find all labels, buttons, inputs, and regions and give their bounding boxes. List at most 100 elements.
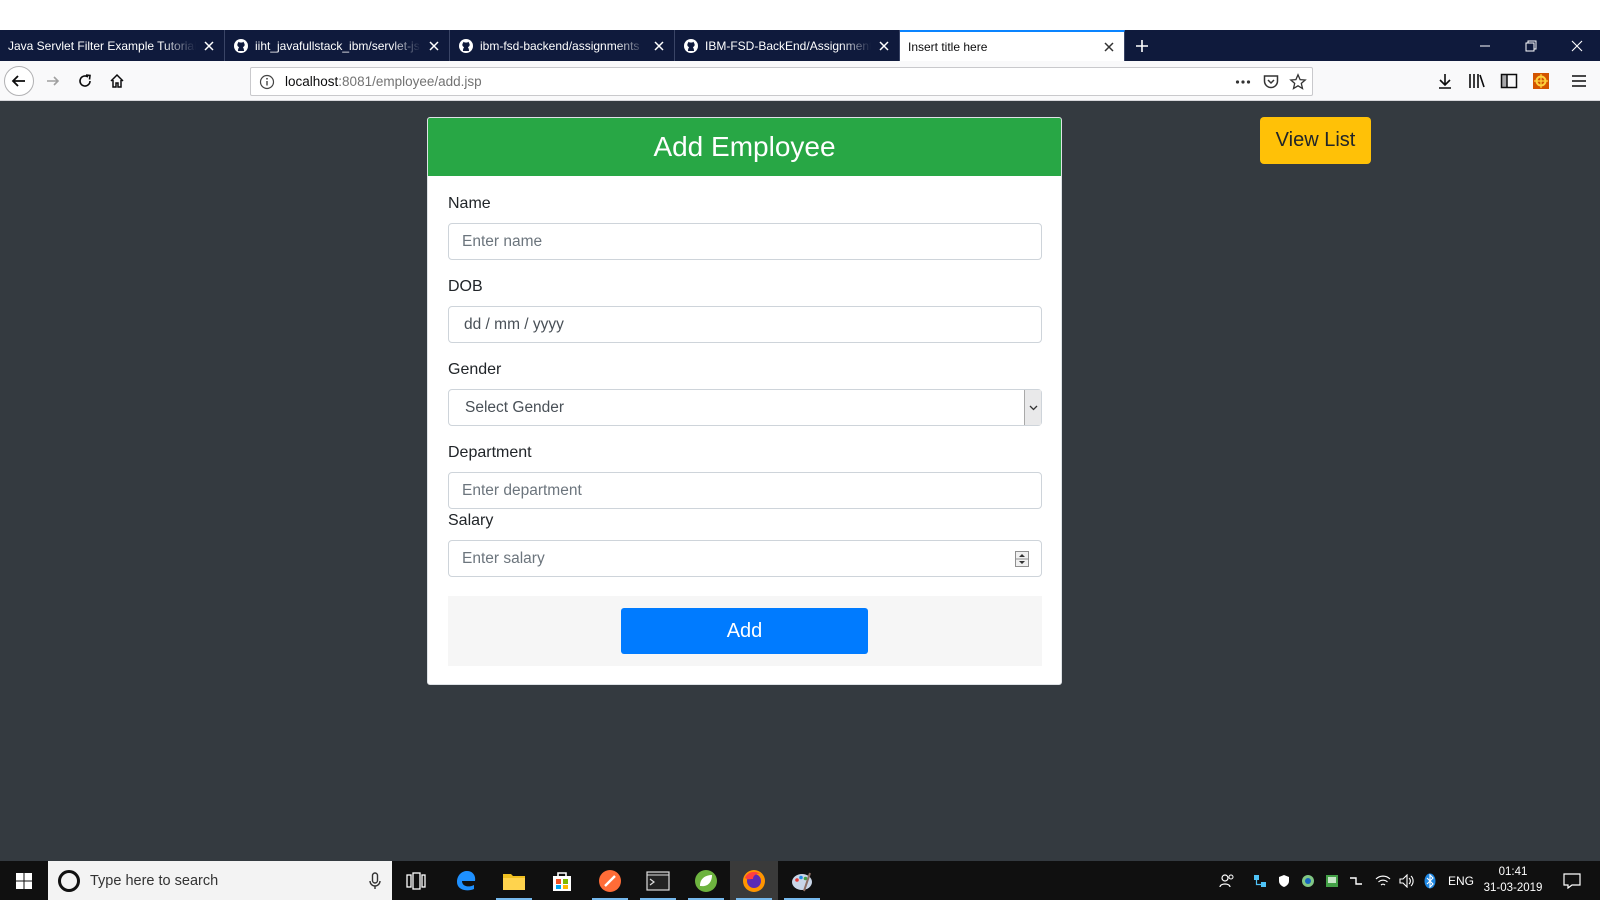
edge-browser-button[interactable] <box>442 861 490 900</box>
taskbar-search[interactable]: Type here to search <box>48 861 392 900</box>
add-employee-card: Add Employee Name Enter name DOB dd / mm… <box>427 117 1062 685</box>
action-center-button[interactable] <box>1552 861 1592 900</box>
view-list-button[interactable]: View List <box>1260 117 1371 164</box>
close-icon <box>1571 40 1583 51</box>
forward-button[interactable] <box>38 66 68 96</box>
people-icon <box>1219 873 1234 887</box>
extension-icon[interactable] <box>1531 71 1551 91</box>
tab-journaldev[interactable]: Java Servlet Filter Example Tutorial - J… <box>0 30 225 61</box>
windows-taskbar: Type here to search ENG 01:41 31-03-2019 <box>0 861 1600 900</box>
tray-app-2[interactable] <box>1274 861 1294 900</box>
more-dots-icon[interactable] <box>1234 73 1252 91</box>
language-text: ENG <box>1447 873 1474 888</box>
notification-icon <box>1563 872 1581 889</box>
tray-app-5[interactable] <box>1346 861 1366 900</box>
close-window-button[interactable] <box>1554 30 1600 61</box>
department-input[interactable]: Enter department <box>448 472 1042 509</box>
name-input[interactable]: Enter name <box>448 223 1042 260</box>
number-spinner[interactable] <box>1015 551 1029 567</box>
tray-app-3[interactable] <box>1298 861 1318 900</box>
close-tab-icon[interactable] <box>427 39 441 53</box>
download-icon[interactable] <box>1435 71 1455 91</box>
salary-input[interactable]: Enter salary <box>448 540 1042 577</box>
gender-select[interactable]: Select Gender <box>448 389 1042 426</box>
close-tab-icon[interactable] <box>877 39 891 53</box>
spring-tool-suite-button[interactable] <box>682 861 730 900</box>
connector-icon <box>1350 876 1362 885</box>
department-label: Department <box>448 444 532 461</box>
terminal-button[interactable] <box>634 861 682 900</box>
dob-input[interactable]: dd / mm / yyyy <box>448 306 1042 343</box>
wifi-button[interactable] <box>1372 861 1394 900</box>
back-button[interactable] <box>4 66 34 96</box>
tab-servlet-jsp[interactable]: iiht_javafullstack_ibm/servlet-jsp <box>225 30 450 61</box>
tray-app-4[interactable] <box>1322 861 1342 900</box>
form-footer: Add <box>448 596 1042 666</box>
microphone-icon[interactable] <box>368 871 382 890</box>
paint-palette-icon <box>792 872 812 891</box>
firefox-button[interactable] <box>730 861 778 900</box>
file-explorer-button[interactable] <box>490 861 538 900</box>
clock-time: 01:41 <box>1498 866 1528 878</box>
globe-icon <box>1302 874 1314 887</box>
add-button[interactable]: Add <box>621 608 868 654</box>
windows-logo-icon <box>16 872 32 889</box>
tab-ibm-fsd-backend-assignments[interactable]: IBM-FSD-BackEnd/Assignments <box>675 30 900 61</box>
tray-app-1[interactable] <box>1250 861 1270 900</box>
home-button[interactable] <box>102 66 132 96</box>
volume-icon <box>1399 873 1414 888</box>
wifi-icon <box>1375 875 1391 886</box>
volume-button[interactable] <box>1396 861 1418 900</box>
tab-label: Insert title here <box>908 39 988 54</box>
firefox-icon <box>743 869 765 892</box>
shield-icon <box>1279 874 1289 887</box>
close-tab-icon[interactable] <box>1102 40 1116 54</box>
url-bar[interactable]: localhost:8081/employee/add.jsp <box>250 67 1313 96</box>
dob-placeholder: dd / mm / yyyy <box>464 315 564 333</box>
plus-icon <box>1136 39 1148 52</box>
dob-label: DOB <box>448 278 483 295</box>
system-clock[interactable]: 01:41 31-03-2019 <box>1478 864 1548 896</box>
sidebar-icon[interactable] <box>1499 71 1519 91</box>
tab-insert-title-here[interactable]: Insert title here <box>900 30 1125 61</box>
bluetooth-icon <box>1424 873 1436 888</box>
spring-leaf-icon <box>695 869 717 892</box>
task-view-icon <box>406 871 426 890</box>
gender-selected-value: Select Gender <box>465 398 565 416</box>
reload-icon <box>79 74 91 87</box>
pocket-icon[interactable] <box>1262 73 1280 91</box>
github-icon <box>234 38 248 53</box>
paint-button[interactable] <box>778 861 826 900</box>
tab-label: ibm-fsd-backend/assignments <box>480 38 640 53</box>
dropdown-button[interactable] <box>1024 390 1041 425</box>
new-tab-button[interactable] <box>1125 30 1159 61</box>
folder-icon <box>503 873 525 890</box>
store-button[interactable] <box>538 861 586 900</box>
minimize-button[interactable] <box>1462 30 1508 61</box>
postman-button[interactable] <box>586 861 634 900</box>
back-arrow-icon <box>11 75 25 87</box>
info-icon[interactable] <box>259 74 275 90</box>
url-text: localhost:8081/employee/add.jsp <box>285 74 482 89</box>
reload-button[interactable] <box>70 66 100 96</box>
tab-fsd-backend-assignments[interactable]: ibm-fsd-backend/assignments <box>450 30 675 61</box>
star-icon[interactable] <box>1289 73 1307 91</box>
bluetooth-button[interactable] <box>1420 861 1440 900</box>
department-placeholder: Enter department <box>462 481 582 499</box>
people-button[interactable] <box>1214 861 1240 900</box>
menu-icon[interactable] <box>1569 71 1589 91</box>
language-indicator[interactable]: ENG <box>1446 861 1476 900</box>
library-icon[interactable] <box>1467 71 1487 91</box>
minimize-icon <box>1480 45 1490 46</box>
task-view-button[interactable] <box>392 861 440 900</box>
url-host: localhost <box>285 74 339 89</box>
close-tab-icon[interactable] <box>652 39 666 53</box>
restore-button[interactable] <box>1508 30 1554 61</box>
postman-icon <box>599 869 621 892</box>
name-placeholder: Enter name <box>462 232 543 250</box>
close-tab-icon[interactable] <box>202 39 216 53</box>
store-bag-icon <box>553 871 571 891</box>
url-path: :8081/employee/add.jsp <box>338 74 482 89</box>
start-button[interactable] <box>0 861 48 900</box>
terminal-icon <box>646 870 670 891</box>
